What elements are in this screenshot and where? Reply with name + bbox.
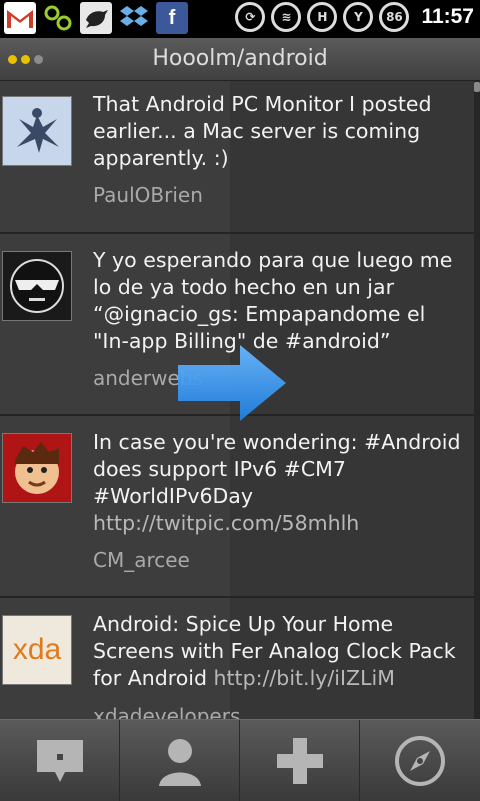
tab-profile[interactable]: [120, 720, 240, 801]
tweet-link[interactable]: http://twitpic.com/58mhlh: [93, 511, 359, 535]
contacts-sync-icon[interactable]: [42, 2, 74, 34]
avatar-cartoon-man[interactable]: [2, 433, 72, 503]
tweet-link[interactable]: http://bit.ly/iIZLiM: [214, 666, 395, 690]
tweet-body: Y yo esperando para que luego me lo de y…: [93, 248, 453, 353]
tweet-author[interactable]: xdadevelopers: [93, 704, 240, 719]
tweet-body: That Android PC Monitor I posted earlier…: [93, 92, 432, 170]
wifi-icon: ≋: [271, 2, 302, 32]
add-icon: [276, 737, 323, 784]
tweet-text: Y yo esperando para que luego me lo de y…: [93, 247, 465, 355]
sync-icon: ⟳: [235, 2, 266, 32]
swipe-right-arrow-icon: [178, 345, 286, 421]
signal-icon: Y: [343, 2, 374, 32]
battery-icon: 86: [379, 2, 410, 32]
facebook-icon[interactable]: f: [156, 2, 188, 34]
tweet-text: That Android PC Monitor I posted earlier…: [93, 91, 465, 172]
status-bar: f ⟳ ≋ H Y 86 11:57: [0, 0, 480, 38]
list-item[interactable]: xda Android: Spice Up Your Home Screens …: [0, 598, 474, 719]
scrollbar[interactable]: [474, 81, 480, 719]
tweet-body: In case you're wondering: #Android does …: [93, 430, 461, 508]
tweet-text: Android: Spice Up Your Home Screens with…: [93, 611, 465, 692]
page-title: Hooolm/android: [152, 46, 328, 71]
explore-compass-icon: [394, 735, 445, 786]
avatar-masked-face[interactable]: [2, 251, 72, 321]
avatar-xda[interactable]: xda: [2, 615, 72, 685]
gmail-icon[interactable]: [4, 2, 36, 34]
bottom-tab-bar: [0, 719, 480, 801]
list-item[interactable]: That Android PC Monitor I posted earlier…: [0, 81, 474, 234]
avatar-snow-angel[interactable]: [2, 96, 72, 166]
profile-icon: [158, 738, 201, 786]
tweet-author[interactable]: CM_arcee: [93, 548, 190, 572]
title-bar: Hooolm/android: [0, 38, 480, 81]
tweet-text: In case you're wondering: #Android does …: [93, 429, 465, 537]
xda-logo: xda: [12, 633, 62, 666]
tweet-author[interactable]: PaulOBrien: [93, 183, 203, 207]
scrollbar-thumb[interactable]: [474, 82, 480, 92]
tab-add[interactable]: [240, 720, 360, 801]
network-h-icon: H: [307, 2, 338, 32]
compose-icon: [36, 739, 83, 782]
clock: 11:57: [421, 5, 474, 28]
tab-explore[interactable]: [360, 720, 479, 801]
list-item[interactable]: In case you're wondering: #Android does …: [0, 416, 474, 598]
tweet-feed[interactable]: That Android PC Monitor I posted earlier…: [0, 81, 474, 719]
dropbox-icon[interactable]: [118, 2, 150, 34]
tab-compose[interactable]: [0, 720, 120, 801]
tweet-bird-icon[interactable]: [80, 2, 112, 34]
